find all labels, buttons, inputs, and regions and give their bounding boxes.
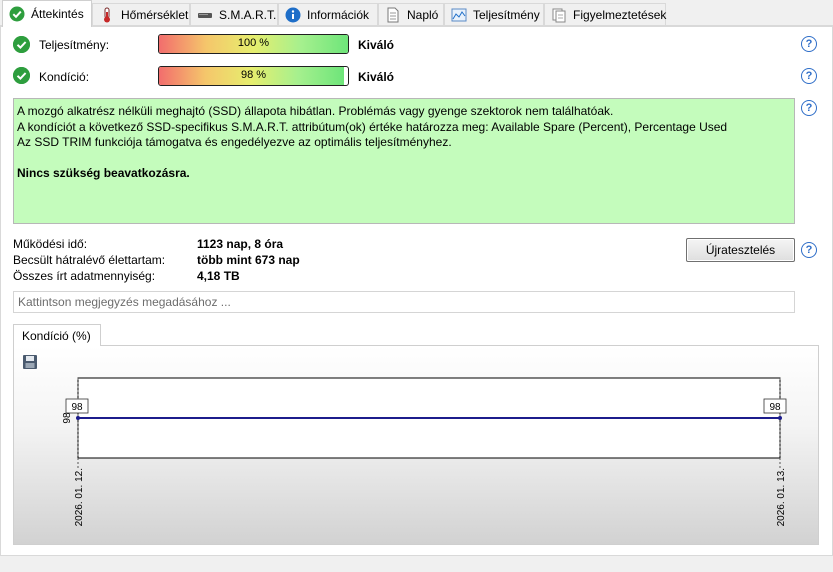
info-icon [285, 7, 301, 23]
tab-temperature[interactable]: Hőmérséklet [92, 3, 190, 25]
condition-rating: Kiváló [358, 70, 395, 84]
condition-value: 98 % [240, 69, 267, 81]
tab-bar: Áttekintés Hőmérséklet S.M.A.R.T. Inform… [0, 0, 833, 27]
condition-bar: 98 % [158, 66, 349, 86]
summary-conclusion: Nincs szükség beavatkozásra. [17, 166, 190, 180]
check-circle-icon [13, 36, 30, 53]
drive-icon [197, 7, 213, 23]
tab-info[interactable]: Információk [278, 3, 378, 25]
remaining-life-value: több mint 673 nap [197, 253, 300, 267]
thermometer-icon [99, 7, 115, 23]
tab-label: S.M.A.R.T. [219, 7, 277, 22]
help-icon[interactable]: ? [801, 100, 817, 116]
help-icon[interactable]: ? [801, 242, 817, 258]
tab-smart[interactable]: S.M.A.R.T. [190, 3, 278, 25]
help-icon[interactable]: ? [801, 68, 817, 84]
summary-line: A kondíciót a következő SSD-specifikus S… [17, 119, 728, 134]
health-summary: A mozgó alkatrész nélküli meghajtó (SSD)… [13, 98, 795, 224]
retest-button[interactable]: Újratesztelés [686, 238, 795, 262]
check-circle-icon [13, 67, 30, 84]
uptime-value: 1123 nap, 8 óra [197, 237, 284, 251]
status-bar [0, 556, 833, 572]
tab-label: Információk [307, 7, 370, 22]
data-label: 98 [769, 402, 781, 413]
condition-label: Kondíció: [39, 70, 90, 84]
data-point [778, 416, 782, 420]
y-tick-label: 98 [62, 412, 73, 424]
tab-log[interactable]: Napló [378, 3, 444, 25]
x-tick-label: 2026. 01. 12. [74, 468, 85, 526]
tab-overview[interactable]: Áttekintés [2, 0, 92, 27]
performance-bar: 100 % [158, 34, 349, 54]
uptime-label: Működési idő: [13, 237, 88, 251]
tab-label: Napló [407, 7, 439, 22]
tab-label: Teljesítmény [473, 7, 540, 22]
tab-performance[interactable]: Teljesítmény [444, 3, 544, 25]
tab-label: Figyelmeztetések [573, 7, 667, 22]
summary-line: A mozgó alkatrész nélküli meghajtó (SSD)… [17, 104, 614, 118]
performance-chart-icon [451, 7, 467, 23]
overview-panel: Teljesítmény: 100 % Kiváló ? Kondíció: 9… [0, 26, 833, 556]
total-written-label: Összes írt adatmennyiség: [13, 269, 156, 283]
alerts-icon [551, 7, 567, 23]
condition-chart: 98 98982026. 01. 12. 2026. 01. 13. [62, 377, 787, 526]
tab-label: Hőmérséklet [121, 7, 189, 22]
remaining-life-label: Becsült hátralévő élettartam: [13, 253, 166, 267]
tab-condition-chart[interactable]: Kondíció (%) [13, 324, 101, 346]
data-label: 98 [71, 402, 83, 413]
note-input[interactable]: Kattintson megjegyzés megadásához ... [13, 291, 795, 313]
condition-chart-panel: 98 98 98 2026. 01. 12. 2026. 01. 13. [13, 345, 819, 545]
performance-value: 100 % [237, 37, 270, 49]
tab-label: Áttekintés [31, 7, 84, 21]
data-point [76, 416, 80, 420]
tab-alerts[interactable]: Figyelmeztetések [544, 3, 666, 25]
x-tick-label: 2026. 01. 13. [776, 468, 787, 526]
total-written-value: 4,18 TB [197, 269, 240, 283]
performance-label: Teljesítmény: [39, 38, 110, 52]
performance-rating: Kiváló [358, 38, 395, 52]
help-icon[interactable]: ? [801, 36, 817, 52]
document-icon [385, 7, 401, 23]
check-circle-icon [9, 6, 25, 22]
summary-line: Az SSD TRIM funkciója támogatva és enged… [17, 135, 452, 149]
